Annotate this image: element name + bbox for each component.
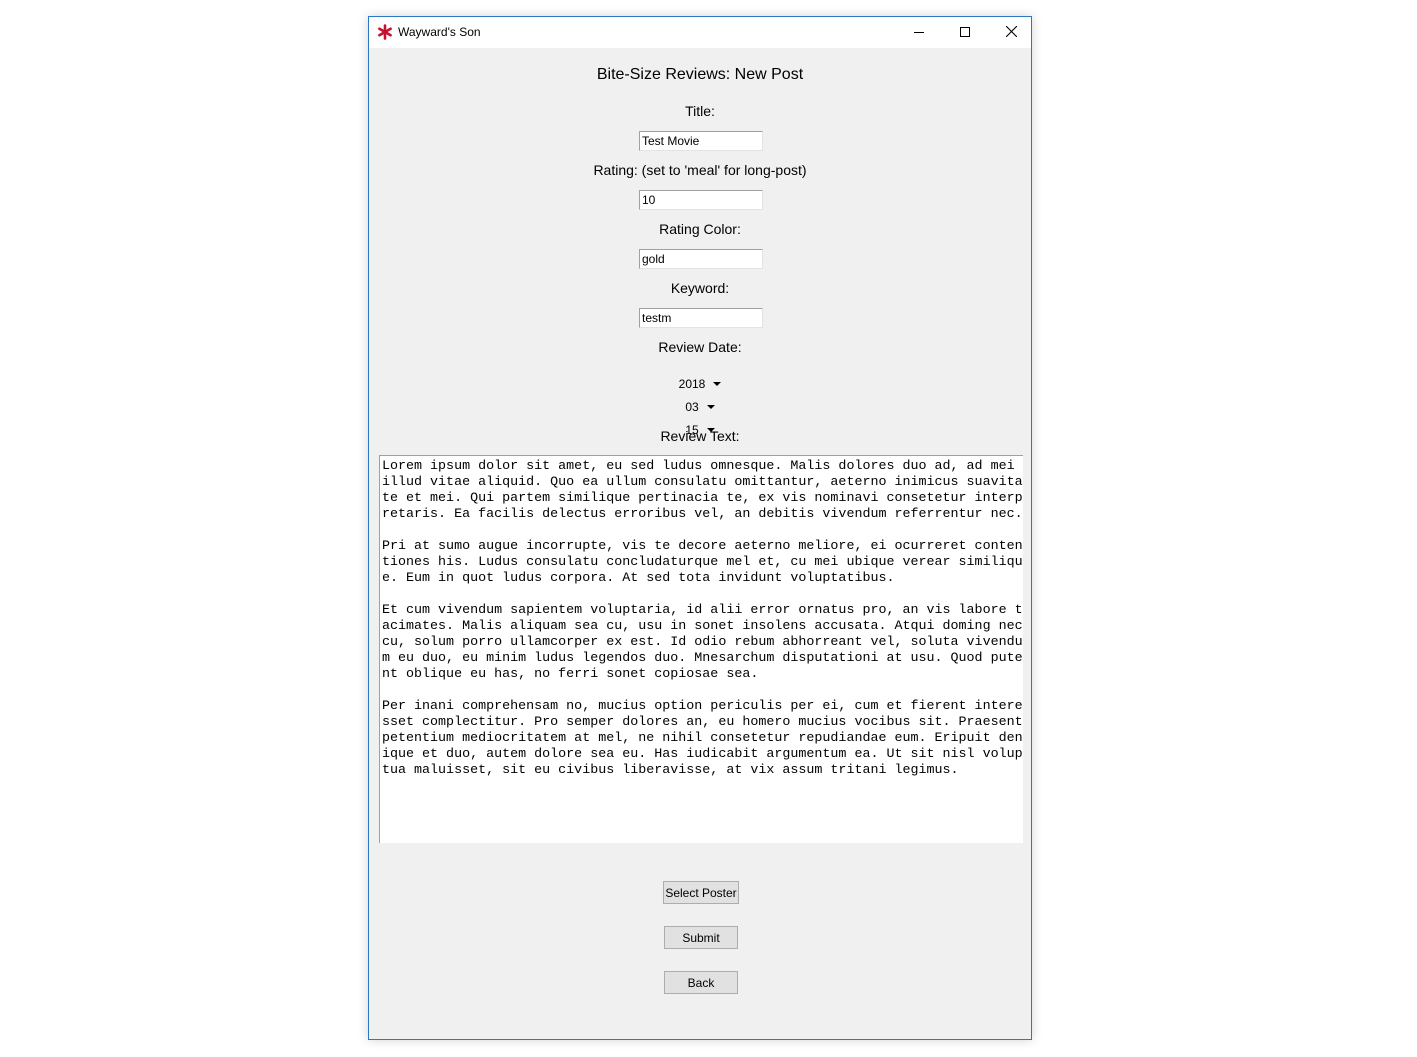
minimize-icon <box>914 24 924 42</box>
select-poster-button[interactable]: Select Poster <box>663 881 739 904</box>
year-select[interactable]: 2018 <box>369 374 1031 394</box>
close-icon <box>1005 24 1017 42</box>
minimize-button[interactable] <box>896 17 942 48</box>
page-title: Bite-Size Reviews: New Post <box>596 66 804 83</box>
review-text-area[interactable]: Lorem ipsum dolor sit amet, eu sed ludus… <box>379 455 1023 843</box>
title-bar[interactable]: Wayward's Son <box>369 17 1031 48</box>
rating-color-label: Rating Color: <box>659 221 741 237</box>
review-date-label: Review Date: <box>658 339 742 355</box>
close-button[interactable] <box>988 17 1034 48</box>
chevron-down-icon <box>713 382 722 386</box>
rating-color-field[interactable] <box>639 249 763 269</box>
back-button[interactable]: Back <box>664 971 738 994</box>
month-select[interactable]: 03 <box>369 397 1031 417</box>
rating-field[interactable] <box>639 190 763 210</box>
year-value: 2018 <box>678 377 706 391</box>
red-asterisk-icon <box>377 24 393 40</box>
chevron-down-icon <box>706 405 715 409</box>
month-value: 03 <box>685 400 699 414</box>
submit-button[interactable]: Submit <box>664 926 738 949</box>
form-area: Bite-Size Reviews: New Post Title: Ratin… <box>369 48 1031 1039</box>
window-title: Wayward's Son <box>398 25 481 39</box>
keyword-label: Keyword: <box>670 280 730 296</box>
keyword-field[interactable] <box>639 308 763 328</box>
maximize-button[interactable] <box>942 17 988 48</box>
title-label: Title: <box>685 103 715 119</box>
maximize-icon <box>960 24 970 42</box>
rating-label: Rating: (set to 'meal' for long-post) <box>593 162 807 178</box>
title-field[interactable] <box>639 131 763 151</box>
review-text-label: Review Text: <box>660 428 740 444</box>
app-window: Wayward's Son Bite-Size Reviews: New Pos… <box>368 16 1032 1040</box>
